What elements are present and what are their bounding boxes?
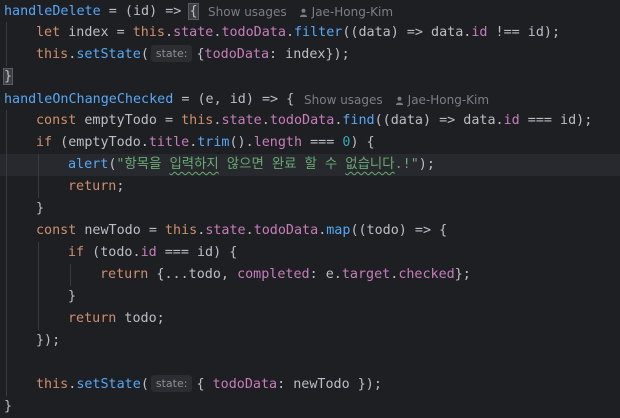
- code-line: handleOnChangeChecked = (e, id) => { Sho…: [0, 89, 620, 111]
- matched-brace: {: [188, 3, 199, 20]
- indent-guide: [6, 264, 7, 286]
- indent-guide: [6, 242, 7, 264]
- indent-guide: [6, 110, 7, 132]
- method-name: handleDelete: [4, 4, 101, 19]
- code-line: const emptyTodo = this.state.todoData.fi…: [0, 110, 620, 132]
- indent-guide: [70, 264, 71, 286]
- parameter-hint: state:: [150, 375, 193, 392]
- code-editor[interactable]: handleDelete = (id) => { Show usages Jae-…: [0, 0, 620, 418]
- code-line: if (emptyTodo.title.trim().length === 0)…: [0, 132, 620, 154]
- typo-underline: 없습니다: [345, 157, 395, 172]
- code-line: this.setState(state: {todoData: index});: [0, 44, 620, 66]
- code-line: }: [0, 286, 620, 308]
- method-name: handleOnChangeChecked: [4, 92, 174, 107]
- code-line: if (todo.id === id) {: [0, 242, 620, 264]
- indent-guide: [6, 330, 7, 352]
- indent-guide: [38, 176, 39, 198]
- code-line: handleDelete = (id) => { Show usages Jae-…: [0, 1, 620, 23]
- indent-guide: [6, 220, 7, 242]
- code-line: let index = this.state.todoData.filter((…: [0, 22, 620, 44]
- author-name[interactable]: Jae-Hong-Kim: [408, 93, 489, 107]
- code-line: return;: [0, 176, 620, 198]
- code-line-blank: [0, 352, 620, 374]
- indent-guide: [6, 22, 7, 44]
- show-usages-link[interactable]: Show usages: [304, 93, 383, 107]
- indent-guide: [38, 308, 39, 330]
- code-line: this.setState(state:{ todoData: newTodo …: [0, 374, 620, 396]
- indent-guide: [6, 44, 7, 66]
- matched-brace: }: [2, 68, 14, 85]
- parameter-hint: state:: [150, 45, 193, 62]
- code-line: }: [0, 66, 620, 88]
- indent-guide: [6, 154, 7, 176]
- show-usages-link[interactable]: Show usages: [208, 5, 287, 19]
- code-line-current: alert("항목을 입력하지 않으면 완료 할 수 없습니다.!");: [0, 154, 620, 176]
- code-line: }: [4, 399, 13, 414]
- indent-guide: [6, 198, 7, 220]
- indent-guide: [6, 132, 7, 154]
- indent-guide: [38, 264, 39, 286]
- string-literal: "항목을 입력하지 않으면 완료 할 수 없습니다.!": [116, 157, 419, 172]
- code-lens: Show usages Jae-Hong-Kim: [304, 89, 489, 111]
- code-line: }: [0, 198, 620, 220]
- code-line: return todo;: [0, 308, 620, 330]
- typo-underline: 입력하지: [169, 157, 219, 172]
- code-lens: Show usages Jae-Hong-Kim: [208, 1, 393, 23]
- code-line: });: [0, 330, 620, 352]
- indent-guide: [6, 352, 7, 374]
- indent-guide: [38, 286, 39, 308]
- indent-guide: [6, 308, 7, 330]
- indent-guide: [6, 286, 7, 308]
- indent-guide: [6, 176, 7, 198]
- code-line: return {...todo, completed: e.target.che…: [0, 264, 620, 286]
- author-name[interactable]: Jae-Hong-Kim: [312, 5, 393, 19]
- indent-guide: [38, 242, 39, 264]
- indent-guide: [38, 154, 39, 176]
- user-icon: [395, 96, 403, 105]
- user-icon: [299, 8, 307, 17]
- code-line: const newTodo = this.state.todoData.map(…: [0, 220, 620, 242]
- indent-guide: [6, 374, 7, 396]
